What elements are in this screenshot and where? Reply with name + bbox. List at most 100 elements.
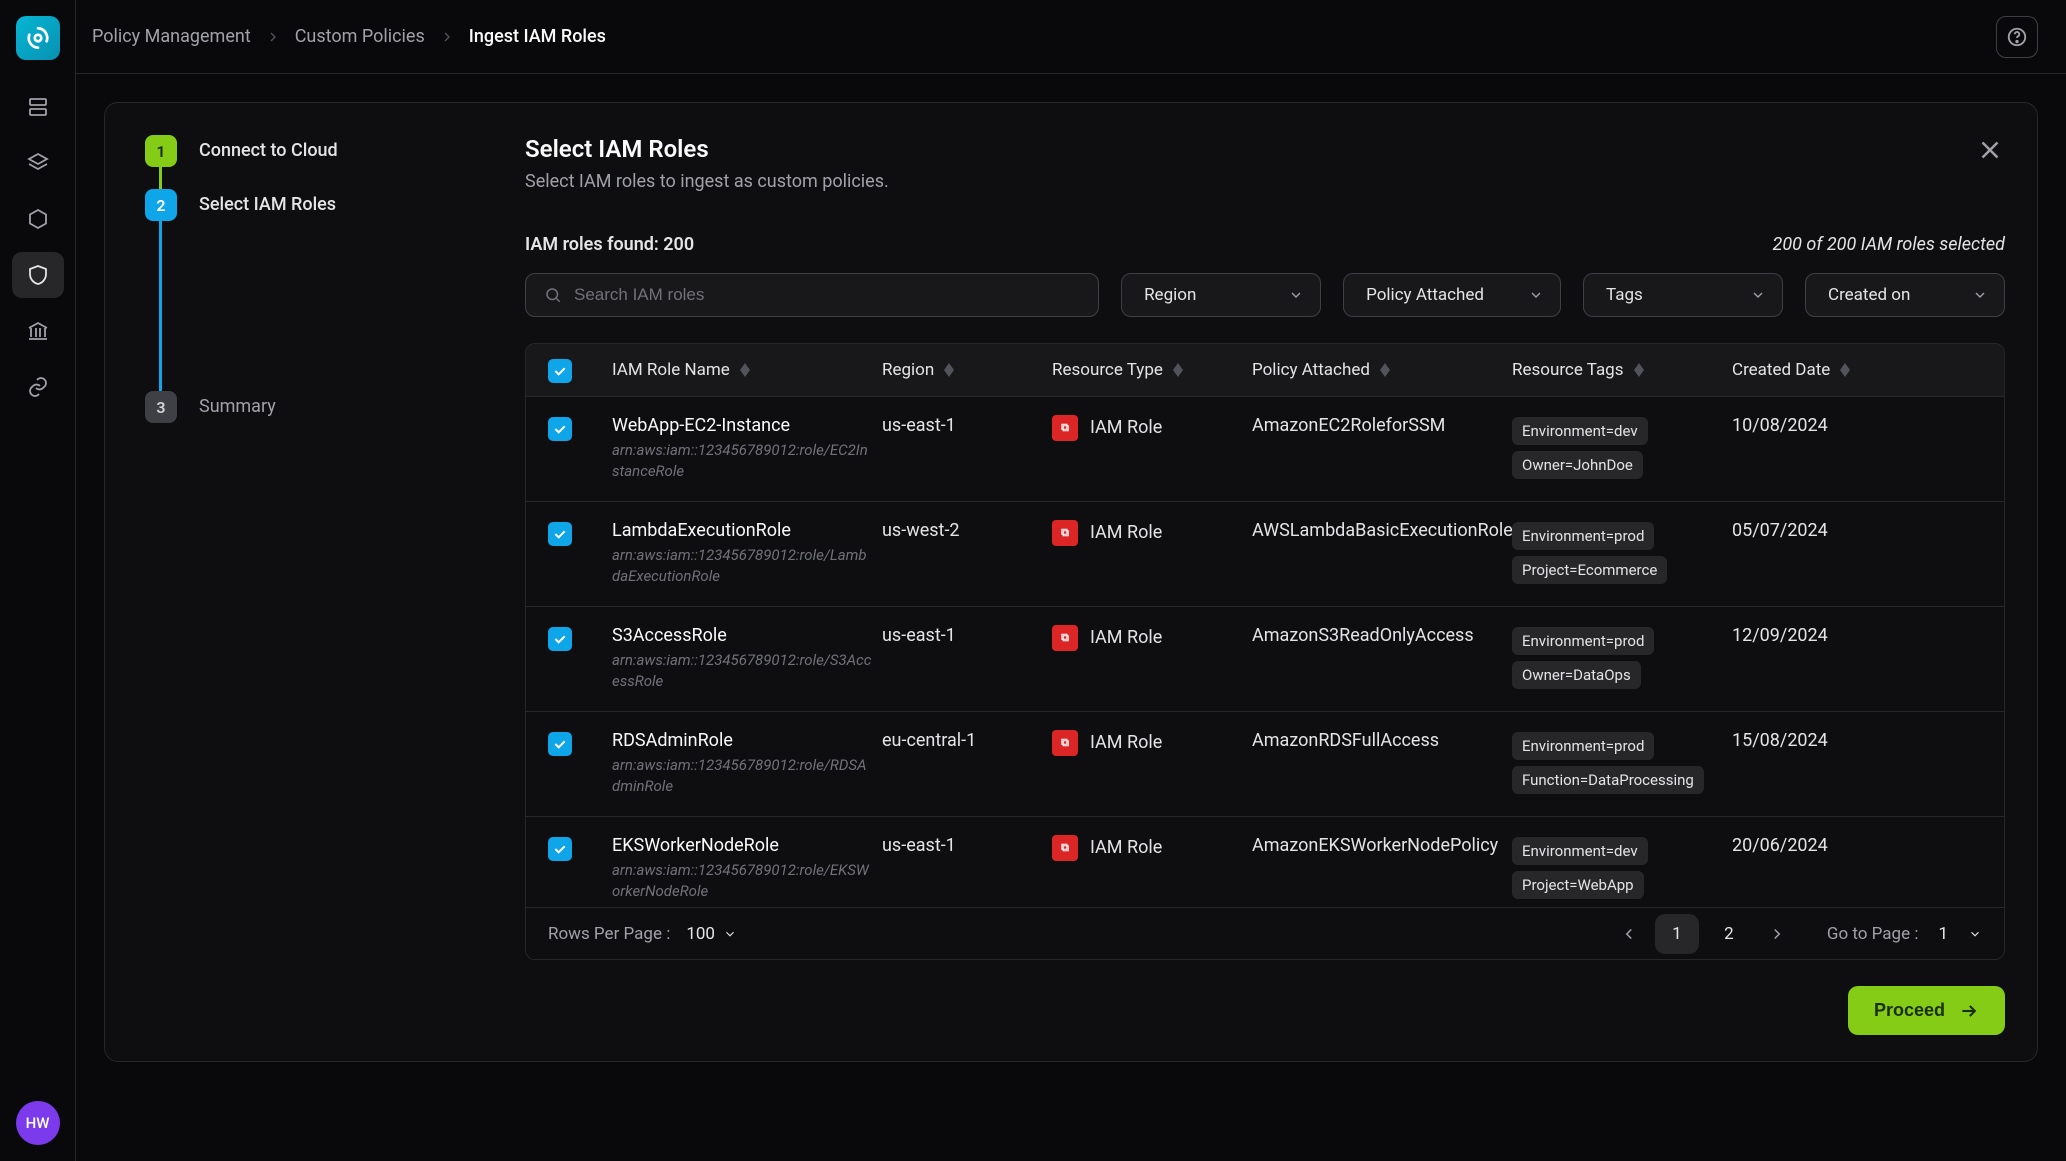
nav-item[interactable] (12, 140, 64, 186)
nav-item[interactable] (12, 84, 64, 130)
sidebar-nav: HW (0, 0, 76, 1161)
chevron-down-icon (1968, 927, 1982, 941)
next-page-button[interactable] (1759, 916, 1795, 952)
nav-item-active[interactable] (12, 252, 64, 298)
tag-pill: Function=DataProcessing (1512, 766, 1704, 794)
cell-tags: Environment=prod Function=DataProcessing (1512, 730, 1732, 798)
chevron-down-icon (1528, 287, 1544, 303)
sort-icon (1380, 363, 1390, 377)
search-icon (544, 286, 562, 304)
filter-policy[interactable]: Policy Attached (1343, 273, 1561, 317)
rows-per-page-label: Rows Per Page : (548, 924, 670, 944)
go-to-page-select[interactable]: 1 (1938, 924, 1982, 944)
crumb-current: Ingest IAM Roles (469, 26, 606, 47)
tag-pill: Owner=JohnDoe (1512, 451, 1643, 479)
page-title: Select IAM Roles (525, 135, 889, 163)
col-type[interactable]: Resource Type (1052, 360, 1252, 380)
chevron-right-icon (1768, 925, 1786, 943)
logo-swirl-icon (25, 25, 51, 51)
col-tags[interactable]: Resource Tags (1512, 360, 1732, 380)
cell-region: us-east-1 (882, 415, 1052, 436)
table-row: EKSWorkerNodeRole arn:aws:iam::123456789… (526, 817, 2004, 907)
tag-pill: Environment=dev (1512, 837, 1648, 865)
iam-role-icon: ⧉ (1052, 520, 1078, 546)
tag-pill: Environment=prod (1512, 627, 1654, 655)
crumb[interactable]: Custom Policies (295, 26, 425, 47)
help-button[interactable] (1996, 16, 2038, 58)
cell-type: ⧉IAM Role (1052, 730, 1252, 756)
chevron-right-icon (265, 29, 281, 45)
table-row: LambdaExecutionRole arn:aws:iam::1234567… (526, 502, 2004, 607)
filter-tags[interactable]: Tags (1583, 273, 1783, 317)
cell-tags: Environment=prodOwner=DataOps (1512, 625, 1732, 693)
step-label[interactable]: Connect to Cloud (199, 135, 338, 167)
search-input[interactable] (574, 285, 1080, 305)
row-checkbox[interactable] (548, 837, 572, 861)
page-number[interactable]: 2 (1707, 914, 1751, 954)
cell-region: us-east-1 (882, 625, 1052, 646)
cell-policy: AWSLambdaBasicExecutionRole (1252, 520, 1512, 541)
role-arn: arn:aws:iam::123456789012:role/EKSWorker… (612, 860, 882, 901)
iam-role-icon: ⧉ (1052, 415, 1078, 441)
crumb[interactable]: Policy Management (92, 26, 251, 47)
sort-icon (1840, 363, 1850, 377)
chevron-down-icon (1750, 287, 1766, 303)
server-icon (26, 95, 50, 119)
close-button[interactable] (1975, 135, 2005, 170)
role-name: LambdaExecutionRole (612, 520, 882, 541)
cell-created: 05/07/2024 (1732, 520, 1902, 541)
role-arn: arn:aws:iam::123456789012:role/LambdaExe… (612, 545, 882, 586)
step-number: 2 (145, 189, 177, 221)
step-label[interactable]: Select IAM Roles (199, 189, 336, 221)
nav-item[interactable] (12, 364, 64, 410)
tag-pill: Environment=prod (1512, 732, 1654, 760)
page-number[interactable]: 1 (1655, 914, 1699, 954)
table-header: IAM Role Name Region Resource Type Polic… (526, 344, 2004, 397)
roles-selected-label: 200 of 200 IAM roles selected (1773, 234, 2005, 255)
row-checkbox[interactable] (548, 627, 572, 651)
rows-per-page-select[interactable]: 100 (686, 924, 737, 944)
col-name[interactable]: IAM Role Name (612, 360, 882, 380)
cell-tags: Environment=devOwner=JohnDoe (1512, 415, 1732, 483)
col-policy[interactable]: Policy Attached (1252, 360, 1512, 380)
col-created[interactable]: Created Date (1732, 360, 1902, 380)
page-subtitle: Select IAM roles to ingest as custom pol… (525, 171, 889, 192)
cell-created: 10/08/2024 (1732, 415, 1902, 436)
role-name: EKSWorkerNodeRole (612, 835, 882, 856)
search-input-wrap[interactable] (525, 273, 1099, 317)
role-name: WebApp-EC2-Instance (612, 415, 882, 436)
cell-region: eu-central-1 (882, 730, 1052, 751)
col-region[interactable]: Region (882, 360, 1052, 380)
step-label[interactable]: Summary (199, 391, 276, 423)
step-number: 1 (145, 135, 177, 167)
cell-type: ⧉IAM Role (1052, 520, 1252, 546)
proceed-label: Proceed (1874, 1000, 1945, 1021)
row-checkbox[interactable] (548, 417, 572, 441)
check-icon (552, 736, 568, 752)
proceed-button[interactable]: Proceed (1848, 986, 2005, 1035)
topbar: Policy Management Custom Policies Ingest… (76, 0, 2066, 74)
step-number: 3 (145, 391, 177, 423)
filter-created[interactable]: Created on (1805, 273, 2005, 317)
app-logo[interactable] (16, 16, 60, 60)
nav-item[interactable] (12, 308, 64, 354)
filter-region[interactable]: Region (1121, 273, 1321, 317)
check-icon (552, 363, 568, 379)
row-checkbox[interactable] (548, 732, 572, 756)
nav-item[interactable] (12, 196, 64, 242)
cell-policy: AmazonEC2RoleforSSM (1252, 415, 1512, 436)
check-icon (552, 421, 568, 437)
chevron-down-icon (1972, 287, 1988, 303)
link-icon (26, 375, 50, 399)
close-icon (1975, 135, 2005, 165)
user-avatar[interactable]: HW (16, 1101, 60, 1145)
iam-role-icon: ⧉ (1052, 625, 1078, 651)
row-checkbox[interactable] (548, 522, 572, 546)
table-row: RDSAdminRole arn:aws:iam::123456789012:r… (526, 712, 2004, 817)
iam-role-icon: ⧉ (1052, 835, 1078, 861)
pagination: Rows Per Page : 100 1 2 (526, 907, 2004, 959)
select-all-checkbox[interactable] (548, 359, 572, 383)
prev-page-button[interactable] (1611, 916, 1647, 952)
table-row: S3AccessRole arn:aws:iam::123456789012:r… (526, 607, 2004, 712)
sort-icon (944, 363, 954, 377)
